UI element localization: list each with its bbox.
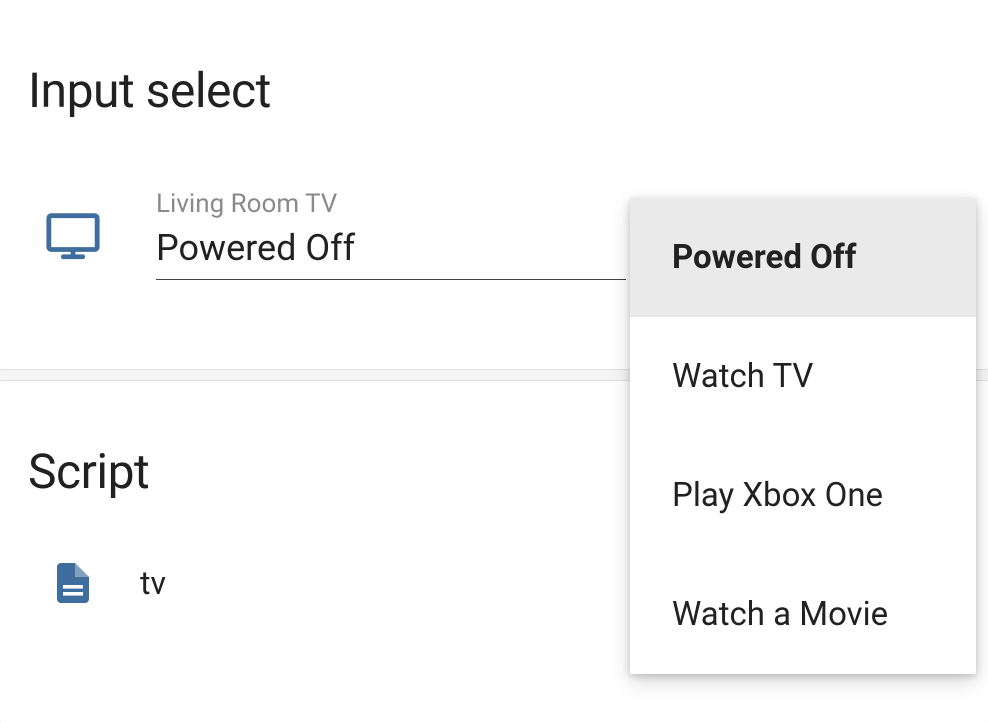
dropdown-option-powered-off[interactable]: Powered Off — [630, 198, 976, 317]
dropdown-option-watch-tv[interactable]: Watch TV — [630, 317, 976, 436]
input-select-field[interactable]: Living Room TV Powered Off — [156, 189, 626, 280]
dropdown-option-play-xbox-one[interactable]: Play Xbox One — [630, 436, 976, 555]
input-select-label: Living Room TV — [156, 189, 626, 219]
television-icon — [44, 206, 102, 264]
input-select-title: Input select — [0, 0, 988, 119]
dropdown-option-watch-a-movie[interactable]: Watch a Movie — [630, 555, 976, 674]
input-select-dropdown: Powered Off Watch TV Play Xbox One Watch… — [630, 198, 976, 674]
script-item-name: tv — [140, 564, 166, 602]
input-select-value: Powered Off — [156, 227, 626, 280]
file-document-icon — [48, 558, 98, 608]
